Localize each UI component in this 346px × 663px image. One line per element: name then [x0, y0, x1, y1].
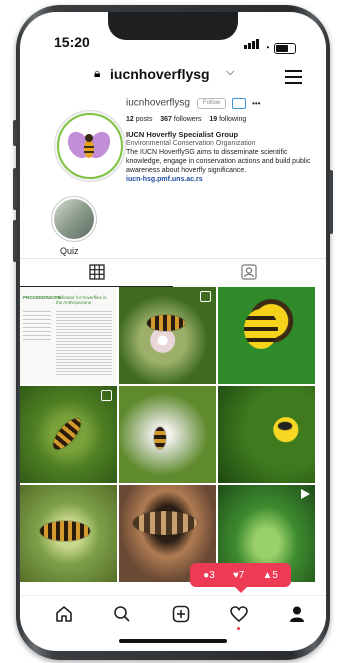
post-hoverfly-closeup[interactable] — [20, 485, 117, 582]
post-fly-on-yellow-flower[interactable] — [218, 386, 315, 483]
video-play-icon — [301, 489, 310, 499]
followers-count[interactable]: 367 — [160, 116, 172, 123]
bottom-navigation — [20, 595, 326, 630]
phone-notch — [108, 12, 238, 40]
profile-tabs — [20, 258, 326, 287]
profile-bio: The IUCN HoverflySG aims to disseminate … — [126, 149, 311, 174]
multi-photo-icon — [101, 390, 112, 401]
hoverfly-logo — [57, 113, 123, 179]
posts-label: posts — [135, 116, 153, 123]
hoverfly-figure — [278, 422, 292, 430]
grid-icon[interactable] — [89, 264, 105, 280]
new-post-icon[interactable] — [171, 604, 191, 624]
header-username[interactable]: iucnhoverflysg — [110, 66, 210, 82]
profile-link[interactable]: iucn-hsg.pmf.uns.ac.rs — [126, 175, 324, 184]
highlight-label: Quiz — [60, 246, 79, 256]
more-options-icon[interactable]: ••• — [252, 99, 260, 108]
activity-notification-bubble[interactable]: ●3 ♥7 ▲5 — [190, 563, 291, 593]
phone-mute-switch — [13, 120, 17, 146]
posts-grid: PROCEEDINGS B Pollinator for hoverflies … — [20, 287, 326, 582]
follow-count: 5 — [272, 569, 278, 581]
profile-stats: 12 posts 367 followers 19 following — [126, 115, 324, 124]
wifi-icon: ◔ — [263, 43, 270, 54]
like-count: 7 — [238, 569, 245, 581]
profile-handle: iucnhoverflysg — [126, 97, 190, 109]
battery-icon — [274, 43, 296, 54]
comment-notification: ●3 — [203, 569, 215, 581]
post-hoverfly-white-flowers[interactable] — [119, 386, 216, 483]
message-button[interactable] — [232, 98, 247, 109]
search-icon[interactable] — [112, 604, 132, 624]
tagged-icon[interactable] — [241, 264, 257, 280]
profile-header: 🔒︎ iucnhoverflysg ⌵ — [20, 56, 326, 88]
post-hoverfly-on-leaf[interactable] — [20, 386, 117, 483]
posts-count: 12 — [126, 116, 134, 123]
profile-icon[interactable] — [287, 604, 307, 624]
display-name: IUCN Hoverfly Specialist Group — [126, 130, 239, 139]
followers-label[interactable]: followers — [174, 116, 202, 123]
follow-notification: ▲5 — [262, 569, 278, 581]
hoverfly-figure — [48, 414, 86, 454]
activity-heart-icon[interactable] — [229, 604, 249, 624]
document-article-title: Pollinator for hoverflies in the Anthrop… — [56, 295, 107, 305]
phone-power-button — [329, 170, 333, 234]
hoverfly-figure — [133, 511, 197, 535]
document-text-lines — [56, 311, 112, 377]
hamburger-menu-icon[interactable] — [285, 70, 302, 88]
follow-button[interactable]: Follow — [196, 98, 227, 109]
home-icon[interactable] — [54, 604, 74, 624]
status-time: 15:20 — [54, 34, 90, 50]
bee-cartoon-figure — [244, 309, 278, 349]
multi-photo-icon — [200, 291, 211, 302]
following-label[interactable]: following — [219, 116, 246, 123]
like-notification: ♥7 — [232, 569, 245, 581]
lock-icon: 🔒︎ — [94, 66, 101, 80]
profile-info: iucnhoverflysg Follow ••• 12 posts 367 f… — [126, 98, 324, 184]
highlight-cover-image — [54, 199, 94, 239]
following-count[interactable]: 19 — [209, 116, 217, 123]
activity-dot — [237, 627, 240, 630]
post-cartoon-bee[interactable] — [218, 287, 315, 384]
hoverfly-figure — [40, 521, 90, 541]
chevron-down-icon[interactable]: ⌵ — [226, 66, 234, 79]
profile-avatar[interactable] — [54, 110, 126, 182]
comment-count: 3 — [209, 569, 215, 581]
phone-volume-up — [13, 168, 17, 210]
phone-volume-down — [13, 220, 17, 262]
highlight-quiz[interactable] — [51, 196, 97, 242]
status-icons: ◔ — [243, 36, 296, 54]
app-screen: 15:20 ◔ 🔒︎ iucnhoverflysg ⌵ iucnhoverfly… — [20, 12, 326, 651]
hoverfly-figure — [154, 427, 166, 449]
profile-category: Environmental Conservation Organization — [126, 140, 256, 147]
post-hoverfly-on-flower[interactable] — [119, 287, 216, 384]
hoverfly-figure — [147, 315, 185, 331]
post-document[interactable]: PROCEEDINGS B Pollinator for hoverflies … — [20, 287, 117, 384]
document-sidebar-lines — [23, 311, 51, 341]
signal-icon — [243, 36, 260, 54]
home-indicator — [119, 639, 227, 643]
